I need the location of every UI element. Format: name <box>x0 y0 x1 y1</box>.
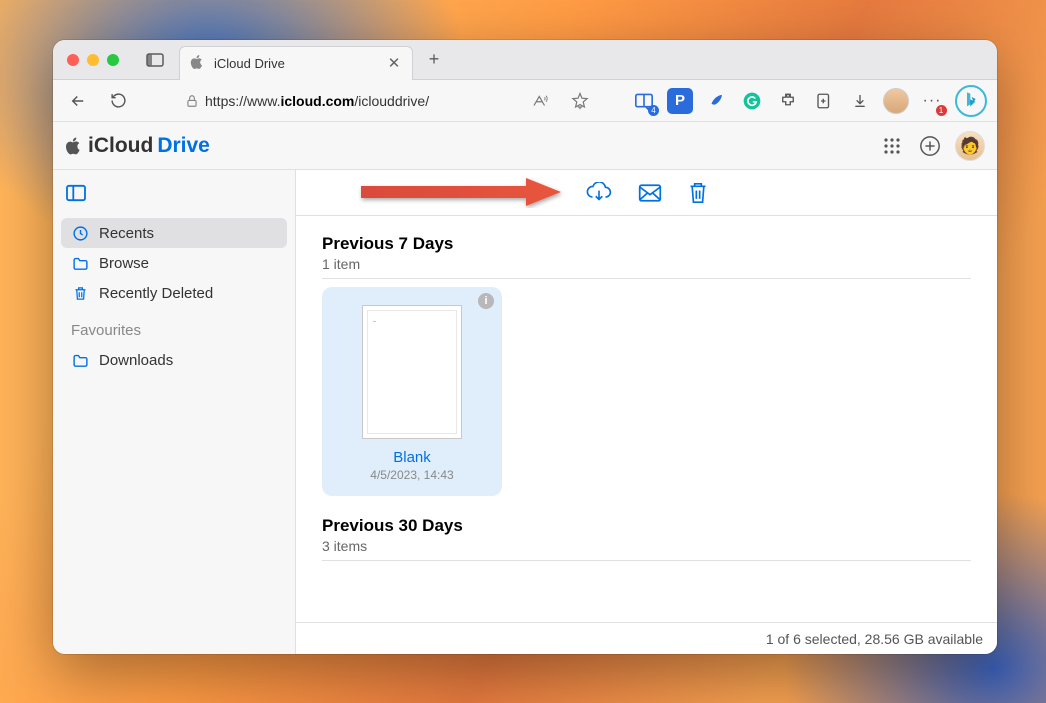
read-aloud-button[interactable] <box>525 86 555 116</box>
reload-button[interactable] <box>103 86 133 116</box>
section-divider <box>322 560 971 561</box>
browser-tab[interactable]: iCloud Drive ✕ <box>179 46 413 80</box>
status-text: 1 of 6 selected, 28.56 GB available <box>766 631 983 647</box>
sidebar-item-downloads[interactable]: Downloads <box>61 345 287 375</box>
file-meta: 4/5/2023, 14:43 <box>332 468 492 482</box>
file-thumbnail: - <box>362 305 462 439</box>
section-subtitle: 1 item <box>322 256 971 272</box>
sidebar-item-browse[interactable]: Browse <box>61 248 287 278</box>
favorites-button[interactable] <box>565 86 595 116</box>
sidebar-item-label: Downloads <box>99 352 173 369</box>
browser-window: iCloud Drive ✕ + https://www.icloud.com/… <box>53 40 997 654</box>
main-area: Previous 7 Days 1 item i - Blank 4/5/202… <box>296 170 997 654</box>
lock-icon <box>185 94 199 108</box>
more-button[interactable]: ··· 1 <box>919 88 945 114</box>
apple-logo-icon <box>65 137 82 155</box>
download-button[interactable] <box>586 182 612 204</box>
sidebar-item-label: Recently Deleted <box>99 285 213 302</box>
downloads-button[interactable] <box>847 88 873 114</box>
section-title: Previous 30 Days <box>322 516 971 536</box>
extensions-button[interactable] <box>775 88 801 114</box>
browser-toolbar: https://www.icloud.com/iclouddrive/ 4 P <box>53 80 997 122</box>
back-button[interactable] <box>63 86 93 116</box>
file-item[interactable]: i - Blank 4/5/2023, 14:43 <box>322 287 502 496</box>
email-button[interactable] <box>638 183 662 203</box>
sidebar-item-label: Browse <box>99 255 149 272</box>
traffic-lights <box>67 54 119 66</box>
brand-primary: iCloud <box>88 134 153 158</box>
collections-button[interactable]: 4 <box>631 88 657 114</box>
collections-badge: 4 <box>648 105 659 116</box>
add-button[interactable] <box>913 129 947 163</box>
tab-title: iCloud Drive <box>214 56 378 71</box>
tab-close-button[interactable]: ✕ <box>386 55 402 71</box>
bing-button[interactable] <box>955 85 987 117</box>
status-bar: 1 of 6 selected, 28.56 GB available <box>296 622 997 654</box>
window-close-button[interactable] <box>67 54 79 66</box>
address-bar[interactable]: https://www.icloud.com/iclouddrive/ <box>179 86 515 116</box>
folder-icon <box>71 254 89 272</box>
ext-grammarly-icon[interactable] <box>739 88 765 114</box>
account-avatar[interactable]: 🧑 <box>955 131 985 161</box>
ext-feather-icon[interactable] <box>703 88 729 114</box>
titlebar: iCloud Drive ✕ + <box>53 40 997 80</box>
clock-icon <box>71 224 89 242</box>
file-name: Blank <box>332 449 492 466</box>
sidebar-item-recently-deleted[interactable]: Recently Deleted <box>61 278 287 308</box>
delete-button[interactable] <box>688 181 708 205</box>
file-grid: i - Blank 4/5/2023, 14:43 <box>322 279 971 516</box>
ext-p-icon[interactable]: P <box>667 88 693 114</box>
new-tab-button[interactable]: + <box>419 45 449 75</box>
url-text: https://www.icloud.com/iclouddrive/ <box>205 93 429 109</box>
info-icon[interactable]: i <box>478 293 494 309</box>
annotation-arrow <box>356 176 566 208</box>
sidebar-item-recents[interactable]: Recents <box>61 218 287 248</box>
favourites-heading: Favourites <box>61 308 287 345</box>
tab-overview-button[interactable] <box>141 48 169 72</box>
brand-secondary: Drive <box>157 134 210 158</box>
window-minimize-button[interactable] <box>87 54 99 66</box>
app-header: iCloud Drive 🧑 <box>53 122 997 170</box>
sidebar-item-label: Recents <box>99 225 154 242</box>
more-badge: 1 <box>936 105 947 116</box>
folder-icon <box>71 351 89 369</box>
section-title: Previous 7 Days <box>322 234 971 254</box>
apple-icon <box>190 55 206 71</box>
trash-icon <box>71 284 89 302</box>
apps-grid-button[interactable] <box>875 129 909 163</box>
app-content: iCloud Drive 🧑 Recents <box>53 122 997 654</box>
sidebar: Recents Browse Recently Deleted Favourit… <box>53 170 296 654</box>
app-title[interactable]: iCloud Drive <box>65 134 210 158</box>
file-sections: Previous 7 Days 1 item i - Blank 4/5/202… <box>296 216 997 622</box>
add-page-button[interactable] <box>811 88 837 114</box>
action-bar <box>296 170 997 216</box>
sidebar-toggle-button[interactable] <box>61 178 91 208</box>
section-subtitle: 3 items <box>322 538 971 554</box>
profile-avatar[interactable] <box>883 88 909 114</box>
window-maximize-button[interactable] <box>107 54 119 66</box>
